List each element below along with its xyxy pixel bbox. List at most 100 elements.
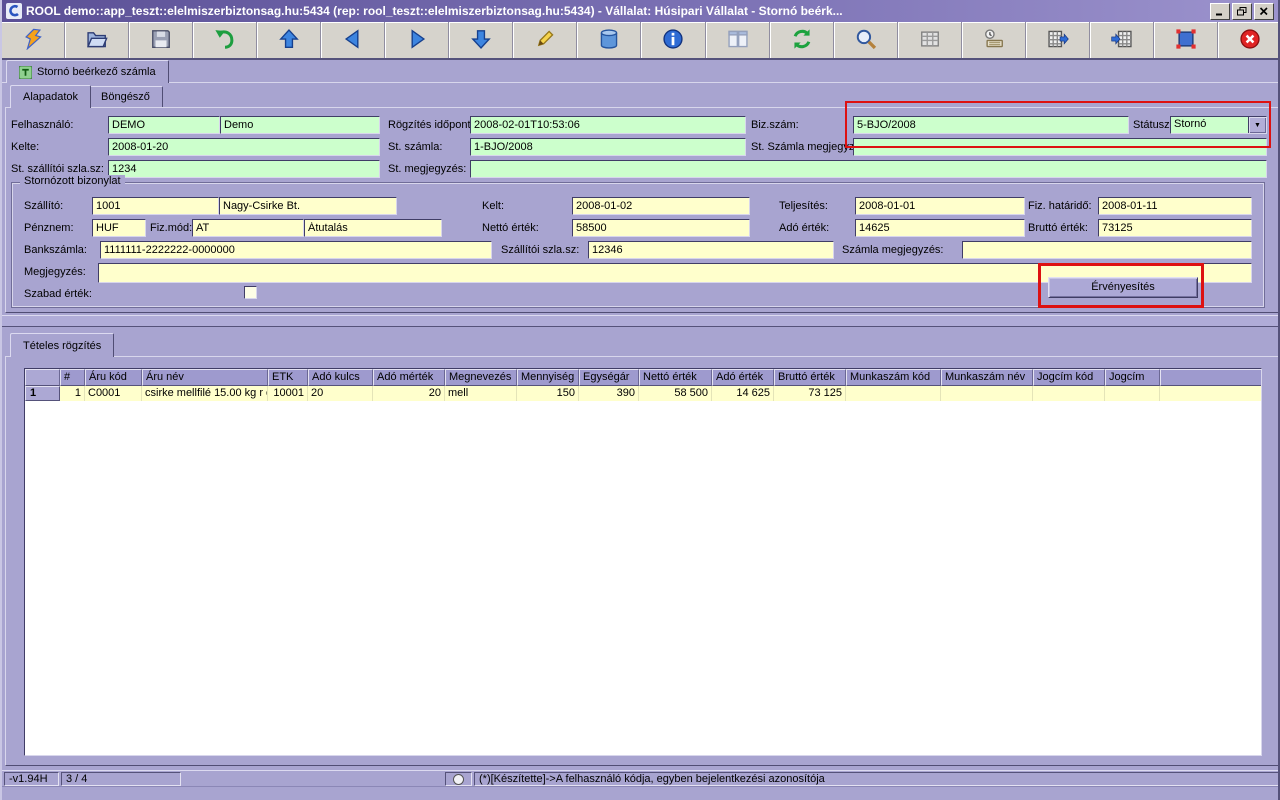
toolbar-button-open[interactable] <box>65 22 130 58</box>
toolbar-button-refresh[interactable] <box>769 22 834 58</box>
toolbar-button-last-record[interactable] <box>449 22 514 58</box>
szamla-megjegyzes-input[interactable] <box>962 241 1252 259</box>
rogzites-idopont-label: Rögzítés időpont: <box>388 119 474 131</box>
toolbar-button-first-record[interactable] <box>257 22 322 58</box>
table-export-icon <box>1047 28 1069 53</box>
brutto-ertek-label: Bruttó érték: <box>1028 222 1088 234</box>
arrow-down-icon <box>470 28 492 53</box>
grid-corner-cell <box>25 369 60 386</box>
kelte-input[interactable] <box>108 138 380 156</box>
column-header: Mennyiség <box>517 369 579 386</box>
st-megjegyzes-label: St. megjegyzés: <box>388 163 467 175</box>
toolbar-button-export-table[interactable] <box>1025 22 1090 58</box>
toolbar-button-import-table[interactable] <box>1089 22 1154 58</box>
close-button[interactable] <box>1254 2 1274 20</box>
restore-button[interactable] <box>1232 2 1252 20</box>
toolbar-button-execute[interactable] <box>2 22 66 58</box>
szallito-name-input[interactable] <box>219 197 397 215</box>
penznem-label: Pénznem: <box>24 222 74 234</box>
ervenyesites-button[interactable]: Érvényesítés <box>1048 277 1198 298</box>
cell-filler <box>1160 386 1261 401</box>
table-row[interactable]: 1 1 C0001 csirke mellfilé 15.00 kg r eh … <box>25 386 1261 401</box>
cell-index: 1 <box>60 386 85 401</box>
tab-alapadatok[interactable]: Alapadatok <box>10 85 92 108</box>
execute-flash-icon <box>22 28 44 53</box>
st-szamla-megjegyzes-input[interactable] <box>853 138 1267 156</box>
statusz-value: Stornó <box>1174 118 1207 130</box>
toolbar-button-terminal[interactable] <box>961 22 1026 58</box>
connection-indicator-cell <box>445 772 472 786</box>
chevron-down-icon[interactable]: ▼ <box>1248 117 1266 133</box>
cell-munkaszam-nev <box>941 386 1033 401</box>
szabad-ertek-label: Szabad érték: <box>24 288 92 300</box>
toolbar-button-grid[interactable] <box>897 22 962 58</box>
tab-bongeszo[interactable]: Böngésző <box>88 86 163 107</box>
toolbar-button-selection[interactable] <box>1153 22 1218 58</box>
toolbar-button-search[interactable] <box>833 22 898 58</box>
keyboard-clock-icon <box>983 28 1005 53</box>
column-header: Adó érték <box>712 369 774 386</box>
row-header[interactable]: 1 <box>25 386 60 401</box>
toolbar-button-edit[interactable] <box>513 22 578 58</box>
column-header: Munkaszám kód <box>846 369 941 386</box>
toolbar-button-previous-record[interactable] <box>321 22 386 58</box>
fizmod-name-input[interactable] <box>304 219 442 237</box>
columns-icon <box>727 28 749 53</box>
st-szallitoi-szlasz-label: St. szállítói szla.sz: <box>11 163 104 175</box>
toolbar-button-save[interactable] <box>129 22 194 58</box>
st-szallitoi-szlasz-input[interactable] <box>108 160 380 178</box>
tab-label: Tételes rögzítés <box>23 339 102 352</box>
column-header: # <box>60 369 85 386</box>
toolbar-button-next-record[interactable] <box>385 22 450 58</box>
teljesites-input[interactable] <box>855 197 1025 215</box>
toolbar-button-data[interactable] <box>577 22 642 58</box>
statusz-combobox[interactable]: Stornó ▼ <box>1170 116 1267 134</box>
fizmod-code-input[interactable] <box>192 219 304 237</box>
st-megjegyzes-input[interactable] <box>470 160 1267 178</box>
felhasznalo-code-input[interactable] <box>108 116 220 134</box>
open-folder-icon <box>86 28 108 53</box>
kelt-input[interactable] <box>572 197 750 215</box>
app-icon <box>6 3 22 19</box>
bankszamla-input[interactable] <box>100 241 492 259</box>
titlebar[interactable]: ROOL demo::app_teszt::elelmiszerbiztonsa… <box>2 0 1278 22</box>
line-items-grid: # Áru kód Áru név ETK Adó kulcs Adó mért… <box>24 368 1262 756</box>
grid-header-row: # Áru kód Áru név ETK Adó kulcs Adó mért… <box>25 369 1261 386</box>
statusbar-hint: (*)[Készítette]->A felhasználó kódja, eg… <box>474 772 1278 786</box>
cell-ado-mertek: 20 <box>373 386 445 401</box>
toolbar-button-layout[interactable] <box>705 22 770 58</box>
toolbar <box>2 22 1278 60</box>
version-indicator: -v1.94H <box>4 772 59 786</box>
column-header: Áru kód <box>85 369 142 386</box>
cell-mennyiseg: 150 <box>517 386 579 401</box>
ado-ertek-input[interactable] <box>855 219 1025 237</box>
brutto-ertek-input[interactable] <box>1098 219 1252 237</box>
alapadatok-panel: Felhasználó: Rögzítés időpont: Biz.szám:… <box>5 107 1278 313</box>
szallitoi-szlasz-label: Szállítói szla.sz: <box>501 244 580 256</box>
szallito-code-input[interactable] <box>92 197 219 215</box>
save-floppy-icon <box>150 28 172 53</box>
netto-ertek-input[interactable] <box>572 219 750 237</box>
horizontal-splitter[interactable] <box>2 315 1278 327</box>
column-header: Nettó érték <box>639 369 712 386</box>
tab-storno-beerkezo-szamla[interactable]: Stornó beérkező számla <box>6 60 169 83</box>
grid-icon <box>919 28 941 53</box>
minimize-button[interactable] <box>1210 2 1230 20</box>
undo-arrow-icon <box>214 28 236 53</box>
st-szamla-megjegyzes-label: St. Számla megjegyzés: <box>751 141 869 153</box>
fiz-hatarido-input[interactable] <box>1098 197 1252 215</box>
record-position-indicator: 3 / 4 <box>61 772 181 786</box>
toolbar-button-undo[interactable] <box>193 22 258 58</box>
st-szamla-input[interactable] <box>470 138 746 156</box>
penznem-input[interactable] <box>92 219 146 237</box>
toolbar-button-info[interactable] <box>641 22 706 58</box>
szallitoi-szlasz-input[interactable] <box>588 241 834 259</box>
column-header: ETK <box>268 369 308 386</box>
bizszam-input[interactable] <box>853 116 1129 134</box>
toolbar-button-exit[interactable] <box>1217 22 1278 58</box>
felhasznalo-name-input[interactable] <box>220 116 380 134</box>
rogzites-idopont-input[interactable] <box>470 116 746 134</box>
szabad-ertek-checkbox[interactable] <box>244 286 257 299</box>
tab-teteles-rogzites[interactable]: Tételes rögzítés <box>10 333 115 357</box>
statusz-label: Státusz: <box>1133 119 1173 131</box>
